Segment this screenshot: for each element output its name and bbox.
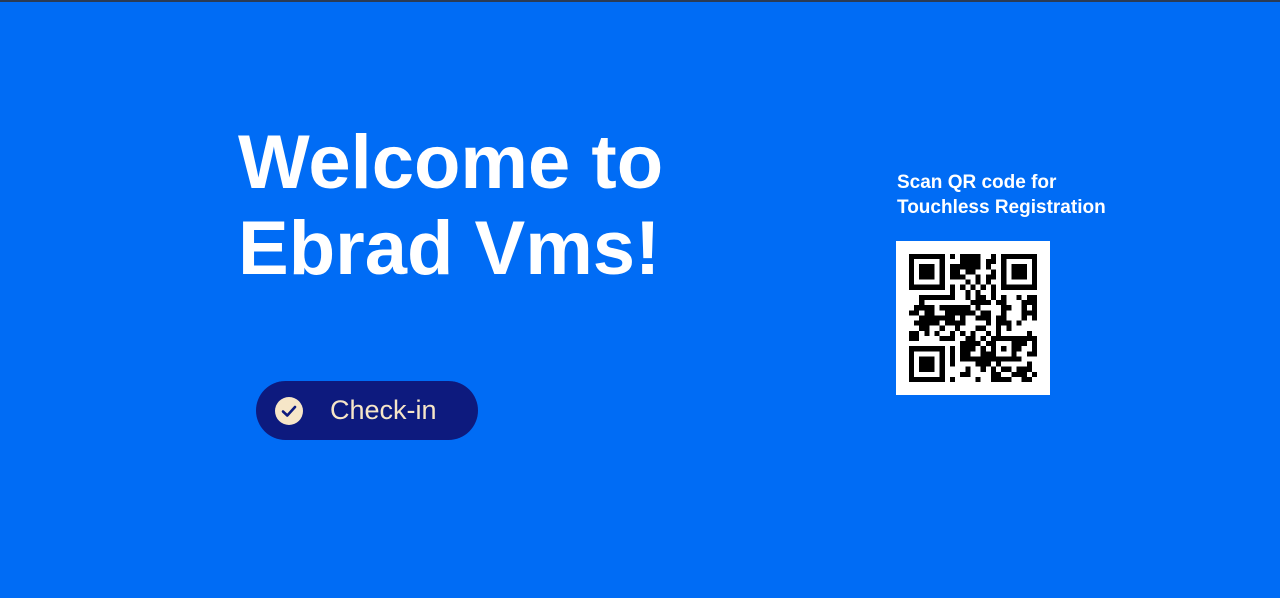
welcome-line-1: Welcome to [238,120,664,205]
check-circle-icon [275,396,303,425]
check-in-label: Check-in [330,395,437,425]
welcome-line-2: Ebrad Vms! [238,206,661,291]
qr-caption: Scan QR code for Touchless Registration [897,170,1106,220]
qr-code-icon [909,254,1037,382]
window-top-border [0,0,1280,2]
qr-code-box [896,241,1050,395]
qr-caption-line-2: Touchless Registration [897,197,1106,218]
check-in-button[interactable]: Check-in [256,381,478,440]
qr-caption-line-1: Scan QR code for [897,172,1057,193]
welcome-heading: Welcome to Ebrad Vms! [238,120,663,292]
